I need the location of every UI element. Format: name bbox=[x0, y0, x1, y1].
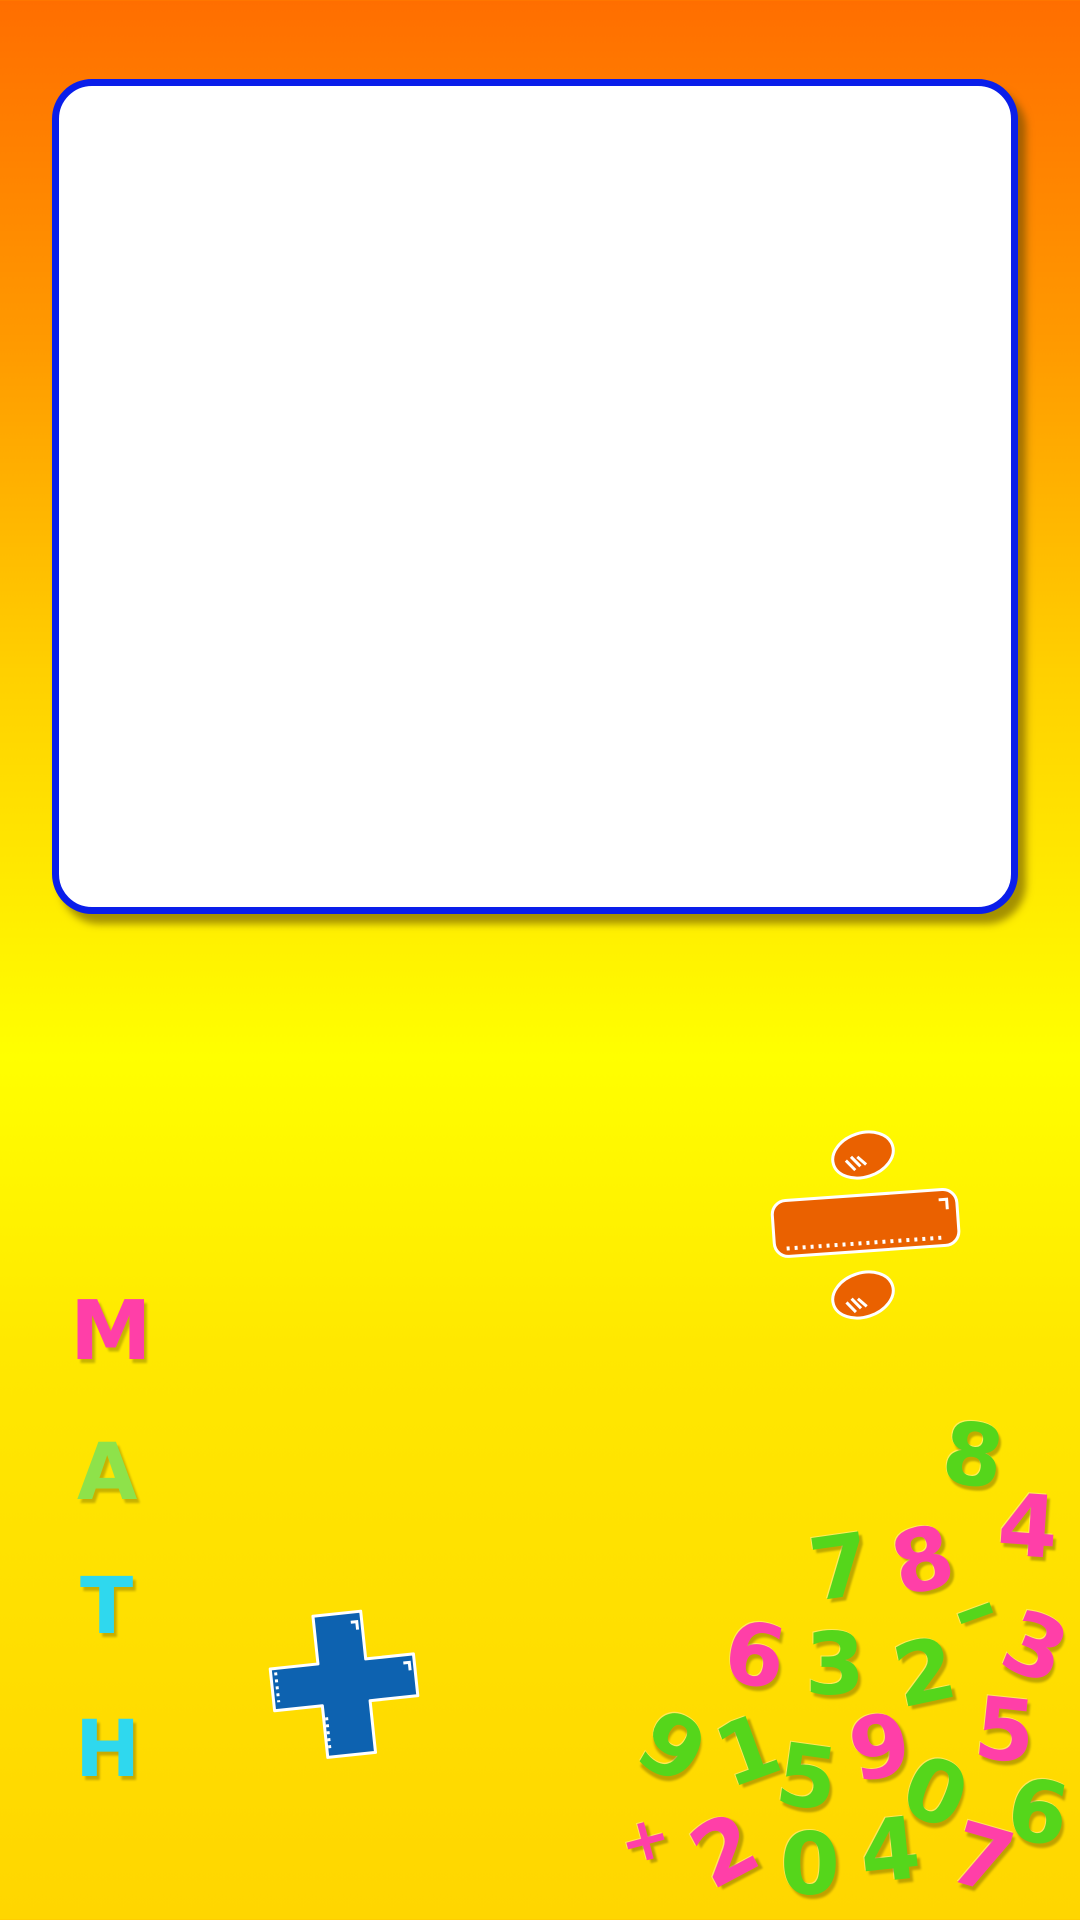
math-letter-a: A bbox=[77, 1428, 138, 1518]
game-board bbox=[52, 79, 1018, 914]
number-magnet: 7 bbox=[803, 1514, 877, 1622]
number-magnet: 9 bbox=[621, 1689, 723, 1807]
number-magnet: + bbox=[611, 1799, 679, 1881]
number-magnet: 3 bbox=[805, 1615, 865, 1715]
number-magnet: 4 bbox=[994, 1475, 1062, 1579]
number-magnet: 5 bbox=[770, 1724, 844, 1832]
number-magnet: 8 bbox=[936, 1402, 1010, 1510]
plus-sign-icon bbox=[268, 1609, 420, 1759]
math-letter-m: M bbox=[70, 1284, 152, 1379]
math-letter-h: H bbox=[75, 1705, 141, 1795]
number-magnet: 2 bbox=[675, 1792, 775, 1910]
number-magnet: 6 bbox=[716, 1601, 794, 1711]
math-letter-t: T bbox=[80, 1562, 134, 1652]
divide-sign-icon bbox=[770, 1130, 961, 1320]
number-magnet: 0 bbox=[780, 1815, 840, 1915]
